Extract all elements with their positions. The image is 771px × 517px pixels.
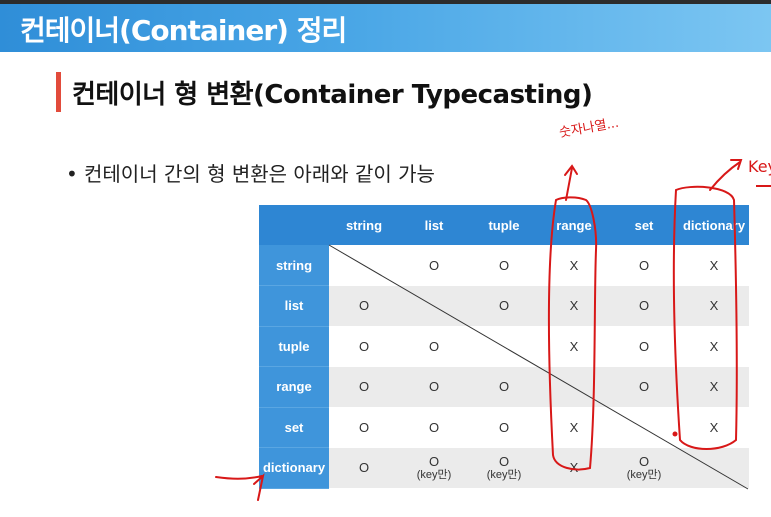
row-header: tuple xyxy=(259,326,329,367)
bullet-item: • 컨테이너 간의 형 변환은 아래와 같이 가능 xyxy=(66,158,435,187)
table-cell: O xyxy=(399,366,469,407)
table-cell: X xyxy=(679,285,749,326)
table-cell: O xyxy=(329,366,399,407)
column-header: tuple xyxy=(469,205,539,245)
section-accent-bar xyxy=(56,72,61,112)
table-cell: O xyxy=(329,447,399,488)
column-header: set xyxy=(609,205,679,245)
table-cell: O xyxy=(399,326,469,367)
cell-note: (key만) xyxy=(486,468,522,481)
table-cell xyxy=(609,407,679,448)
table-cell: X xyxy=(539,285,609,326)
cell-value: O xyxy=(498,453,510,469)
row-header: set xyxy=(259,407,329,448)
column-header: range xyxy=(539,205,609,245)
pen-note-range: 숫자나열... xyxy=(558,116,620,141)
cell-value: O xyxy=(428,453,440,469)
slide-header: 컨테이너(Container) 정리 xyxy=(0,4,771,52)
slide-title: 컨테이너(Container) 정리 xyxy=(20,14,347,47)
conversion-table: string list tuple range set dictionary s… xyxy=(259,205,749,489)
table-cell: O xyxy=(469,407,539,448)
column-header: list xyxy=(399,205,469,245)
row-header: range xyxy=(259,366,329,408)
table-cell: O xyxy=(609,285,679,326)
table-cell: O (key만) xyxy=(469,447,539,488)
table-cell: O xyxy=(469,285,539,326)
bullet-text: 컨테이너 간의 형 변환은 아래와 같이 가능 xyxy=(84,162,435,186)
row-header: string xyxy=(259,245,329,286)
table-cell xyxy=(399,285,469,326)
pen-arrow-row xyxy=(215,473,265,501)
table-cell: O xyxy=(399,245,469,286)
table-cell: O xyxy=(329,326,399,367)
table-cell: X xyxy=(679,326,749,367)
table-cell: O xyxy=(329,285,399,326)
table-row: set O O O X X xyxy=(259,407,749,448)
table-cell: X xyxy=(679,407,749,448)
column-header: dictionary xyxy=(679,205,749,245)
bullet-marker: • xyxy=(66,162,78,186)
column-header: string xyxy=(329,205,399,245)
table-row: tuple O O X O X xyxy=(259,326,749,367)
table-row: dictionary O O (key만) O (key만) X O (key만) xyxy=(259,447,749,489)
table-cell: X xyxy=(539,407,609,448)
table-cell: O (key만) xyxy=(399,447,469,488)
table-header-row: string list tuple range set dictionary xyxy=(259,205,749,245)
table-cell xyxy=(679,447,749,488)
pen-arrow-dictionary xyxy=(709,159,743,191)
table-cell xyxy=(469,326,539,367)
table-cell: X xyxy=(679,366,749,407)
table-cell: O xyxy=(469,366,539,407)
table-row: range O O O O X xyxy=(259,366,749,408)
cell-value: O xyxy=(638,453,650,469)
table-cell: O xyxy=(329,407,399,448)
row-header: dictionary xyxy=(259,447,329,489)
table-cell: O (key만) xyxy=(609,447,679,488)
section-title: 컨테이너 형 변환(Container Typecasting) xyxy=(72,80,593,110)
table-cell: X xyxy=(539,245,609,286)
table-cell: X xyxy=(539,326,609,367)
table-cell xyxy=(539,366,609,407)
table-cell: O xyxy=(609,245,679,286)
cell-note: (key만) xyxy=(416,468,452,481)
pen-arrow-range xyxy=(564,164,578,201)
row-header: list xyxy=(259,285,329,327)
table-row: list O O X O X xyxy=(259,285,749,327)
table-cell: O xyxy=(469,245,539,286)
table-cell: O xyxy=(399,407,469,448)
pen-note-dictionary: Key xyxy=(748,157,771,176)
table-cell: X xyxy=(679,245,749,286)
table-cell: X xyxy=(539,447,609,488)
table-cell: O xyxy=(609,366,679,407)
table-cell: O xyxy=(609,326,679,367)
corner-cell xyxy=(259,205,329,245)
cell-note: (key만) xyxy=(626,468,662,481)
table-row: string O O X O X xyxy=(259,245,749,286)
table-cell xyxy=(329,245,399,286)
